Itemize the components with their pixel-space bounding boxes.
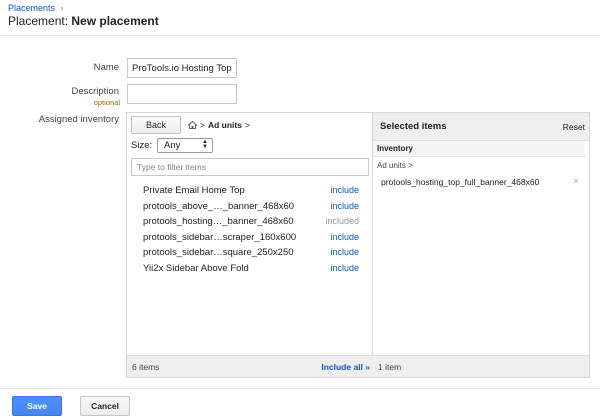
inventory-browser-pane: Back > Ad units > Size: Any ▲▼ Private E…: [127, 113, 373, 377]
selected-item: protools_hosting_top_full_banner_468x60 …: [377, 173, 585, 189]
selected-items-pane: Selected items Reset Inventory Ad units …: [373, 113, 589, 377]
inventory-list: Private Email Home Top include protools_…: [127, 183, 373, 276]
include-link[interactable]: include: [330, 185, 359, 195]
breadcrumb: Placements ›: [8, 3, 64, 13]
list-item-name: Private Email Home Top: [143, 185, 245, 196]
page-title: Placement: New placement: [8, 14, 159, 28]
include-link[interactable]: include: [330, 247, 359, 257]
page-title-prefix: Placement:: [8, 14, 69, 28]
name-label: Name: [93, 62, 119, 73]
selected-items-header: Selected items Reset: [373, 113, 589, 141]
page-title-main: New placement: [71, 14, 159, 28]
list-item: protools_above_…_banner_468x60 include: [127, 199, 373, 215]
description-field[interactable]: [127, 84, 237, 104]
list-item: protools_hosting…_banner_468x60 included: [127, 214, 373, 230]
selected-footer: 1 item: [373, 355, 589, 377]
ad-units-subheading: Ad units >: [377, 161, 413, 170]
list-item-name: protools_sidebar…square_250x250: [143, 247, 294, 258]
size-select[interactable]: Any ▲ ▼: [157, 138, 213, 153]
breadcrumb-separator: ›: [60, 3, 64, 13]
inventory-heading-label: Inventory: [377, 144, 414, 153]
list-item: Private Email Home Top include: [127, 183, 373, 199]
list-item: protools_sidebar…square_250x250 include: [127, 245, 373, 261]
item-count: 6 items: [132, 362, 160, 372]
assigned-inventory-label: Assigned inventory: [38, 114, 119, 125]
breadcrumb-placements-link[interactable]: Placements: [8, 3, 55, 13]
selected-item-name: protools_hosting_top_full_banner_468x60: [381, 177, 540, 187]
list-item-name: Yii2x Sidebar Above Fold: [143, 262, 249, 274]
include-link[interactable]: include: [330, 263, 359, 273]
name-field[interactable]: [127, 58, 237, 78]
header-divider: [0, 35, 600, 36]
selected-count: 1 item: [378, 362, 402, 372]
size-select-value: Any: [164, 140, 181, 151]
list-item-name: protools_sidebar…scraper_160x600: [143, 231, 297, 243]
save-button[interactable]: Save: [12, 396, 62, 416]
home-icon[interactable]: [188, 121, 197, 129]
inventory-heading: Inventory: [373, 141, 585, 157]
include-link[interactable]: include: [330, 232, 359, 242]
select-arrows-icon: ▲ ▼: [202, 139, 208, 150]
back-button[interactable]: Back: [131, 116, 181, 134]
reset-link[interactable]: Reset: [563, 122, 585, 132]
inventory-picker: Back > Ad units > Size: Any ▲▼ Private E…: [126, 112, 590, 378]
included-status: included: [325, 216, 359, 226]
include-all-link[interactable]: Include all »: [321, 362, 370, 372]
list-item-name: protools_hosting…_banner_468x60: [143, 216, 294, 227]
footer-divider: [0, 388, 600, 389]
breadcrumb-gt: >: [244, 120, 250, 130]
remove-icon[interactable]: ×: [573, 176, 579, 187]
browser-footer: 6 items Include all »: [127, 355, 373, 377]
filter-input[interactable]: [131, 158, 369, 176]
breadcrumb-gt: >: [200, 120, 205, 130]
description-label: Description: [71, 86, 119, 97]
list-item: protools_sidebar…scraper_160x600 include: [127, 230, 373, 246]
list-item-name: protools_above_…_banner_468x60: [143, 200, 295, 212]
list-item: Yii2x Sidebar Above Fold include: [127, 261, 373, 277]
cancel-button[interactable]: Cancel: [80, 396, 130, 416]
selected-items-title: Selected items: [380, 121, 447, 132]
inventory-breadcrumb: > Ad units >: [188, 120, 250, 130]
include-link[interactable]: include: [330, 201, 359, 211]
breadcrumb-ad-units: Ad units: [207, 120, 242, 130]
description-optional-note: optional: [93, 98, 120, 107]
size-label: Size:: [131, 140, 153, 151]
